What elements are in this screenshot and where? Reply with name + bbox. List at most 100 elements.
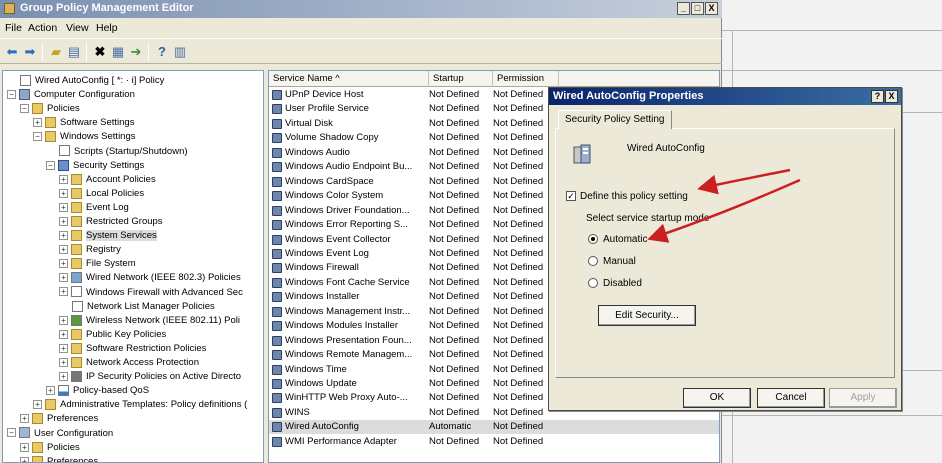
radio-button[interactable]: [588, 234, 598, 245]
expand-icon[interactable]: +: [59, 259, 68, 269]
tree-item[interactable]: + Local Policies: [59, 187, 144, 201]
menu-view[interactable]: View: [66, 22, 89, 34]
tree-item[interactable]: + Wired Network (IEEE 802.3) Policies: [59, 271, 241, 285]
tree-item[interactable]: + Policy-based QoS: [46, 384, 149, 398]
service-icon: [272, 277, 282, 288]
service-name-cell: Windows Installer: [285, 291, 360, 303]
help-button[interactable]: ?: [871, 90, 884, 103]
tree-item[interactable]: + Registry: [59, 243, 121, 257]
dialog-close-button[interactable]: X: [885, 90, 898, 103]
tree-item[interactable]: + IP Security Policies on Active Directo: [59, 370, 241, 384]
expand-icon[interactable]: +: [59, 202, 68, 212]
tree-item[interactable]: − Policies: [20, 102, 80, 116]
expand-icon[interactable]: +: [20, 442, 29, 452]
permission-cell: Not Defined: [493, 219, 544, 231]
tree-item[interactable]: − Computer Configuration: [7, 88, 135, 102]
radio-manual[interactable]: Manual: [588, 256, 636, 267]
expand-icon[interactable]: +: [33, 118, 42, 128]
menu-action[interactable]: Action: [28, 22, 57, 34]
expand-icon[interactable]: +: [59, 188, 68, 198]
tree-item[interactable]: + Windows Firewall with Advanced Sec: [59, 286, 243, 300]
radio-button[interactable]: [588, 278, 598, 289]
expand-icon[interactable]: +: [59, 216, 68, 226]
collapse-icon[interactable]: −: [7, 90, 16, 100]
tree-item[interactable]: + Event Log: [59, 201, 129, 215]
tree-item[interactable]: Scripts (Startup/Shutdown): [46, 145, 188, 159]
expand-icon[interactable]: +: [20, 456, 29, 462]
tree-item[interactable]: + Policies: [20, 441, 80, 455]
app-icon: [4, 3, 15, 14]
radio-button[interactable]: [588, 256, 598, 267]
dialog-title-bar[interactable]: Wired AutoConfig Properties ? X: [549, 88, 901, 105]
radio-disabled[interactable]: Disabled: [588, 278, 642, 289]
tree-item[interactable]: + File System: [59, 257, 136, 271]
tree-item[interactable]: + Preferences: [20, 455, 98, 462]
minimize-button[interactable]: _: [677, 2, 690, 15]
tree-item[interactable]: Network List Manager Policies: [59, 300, 215, 314]
maximize-button[interactable]: □: [691, 2, 704, 15]
expand-icon[interactable]: +: [59, 329, 68, 339]
export-icon[interactable]: ➔: [128, 44, 144, 60]
back-arrow-icon[interactable]: ⬅: [4, 44, 20, 60]
tree-item[interactable]: + Public Key Policies: [59, 328, 166, 342]
properties-icon[interactable]: ▦: [110, 44, 126, 60]
show-hide-tree-icon[interactable]: ▤: [66, 44, 82, 60]
tree-item[interactable]: + System Services: [59, 229, 157, 243]
collapse-icon[interactable]: −: [7, 428, 16, 438]
console-icon[interactable]: ▥: [172, 44, 188, 60]
column-service-name[interactable]: Service Name ^: [269, 71, 429, 87]
expand-icon[interactable]: +: [59, 372, 68, 382]
tree-item[interactable]: Wired AutoConfig [ *: · i] Policy: [7, 74, 164, 88]
edit-security-button[interactable]: Edit Security...: [598, 305, 696, 326]
collapse-icon[interactable]: −: [46, 160, 55, 170]
delete-icon[interactable]: ✖: [92, 44, 108, 60]
expand-icon[interactable]: +: [33, 400, 42, 410]
tab-security-policy-setting[interactable]: Security Policy Setting: [558, 110, 672, 129]
checkbox-box[interactable]: ✓: [566, 191, 576, 202]
tree-item[interactable]: + Account Policies: [59, 173, 156, 187]
policy-tree[interactable]: Wired AutoConfig [ *: · i] Policy − Comput…: [2, 70, 264, 463]
expand-icon[interactable]: +: [59, 315, 68, 325]
tree-item-label: Administrative Templates: Policy definit…: [60, 399, 248, 411]
tree-item[interactable]: + Wireless Network (IEEE 802.11) Poli: [59, 314, 240, 328]
up-folder-icon[interactable]: ▰: [48, 44, 64, 60]
close-button[interactable]: X: [705, 2, 718, 15]
expand-icon[interactable]: +: [59, 357, 68, 367]
expand-icon[interactable]: +: [59, 231, 68, 241]
forward-arrow-icon[interactable]: ➡: [22, 44, 38, 60]
tree-item[interactable]: + Preferences: [20, 412, 98, 426]
help-icon[interactable]: ?: [154, 44, 170, 60]
radio-automatic[interactable]: Automatic: [588, 234, 647, 245]
tree-item[interactable]: + Network Access Protection: [59, 356, 199, 370]
menu-help[interactable]: Help: [96, 22, 118, 34]
expand-icon[interactable]: +: [59, 273, 68, 283]
table-row[interactable]: WMI Performance Adapter Not Defined Not De…: [269, 435, 719, 449]
tree-item[interactable]: + Restricted Groups: [59, 215, 163, 229]
permission-cell: Not Defined: [493, 161, 544, 173]
tree-item[interactable]: − Security Settings: [46, 159, 144, 173]
title-bar[interactable]: Group Policy Management Editor _ □ X: [0, 0, 722, 18]
column-startup[interactable]: Startup: [429, 71, 493, 87]
tree-item[interactable]: + Software Settings: [33, 116, 134, 130]
expand-icon[interactable]: +: [59, 343, 68, 353]
collapse-icon[interactable]: −: [33, 132, 42, 142]
tree-item[interactable]: − Windows Settings: [33, 130, 136, 144]
apply-button[interactable]: Apply: [829, 388, 897, 408]
define-policy-checkbox[interactable]: ✓ Define this policy setting: [566, 191, 688, 202]
tree-item[interactable]: + Administrative Templates: Policy defini…: [33, 398, 247, 412]
expand-icon[interactable]: +: [59, 245, 68, 255]
expand-icon[interactable]: +: [59, 287, 68, 297]
table-row[interactable]: Wired AutoConfig Automatic Not Defined: [269, 420, 719, 435]
expand-icon[interactable]: +: [20, 414, 29, 424]
tree-item[interactable]: + Software Restriction Policies: [59, 342, 206, 356]
expand-icon[interactable]: +: [46, 386, 55, 396]
menu-file[interactable]: File: [5, 22, 22, 34]
collapse-icon[interactable]: −: [20, 104, 29, 114]
permission-cell: Not Defined: [493, 262, 544, 274]
column-permission[interactable]: Permission: [493, 71, 559, 87]
tree-item[interactable]: − User Configuration: [7, 427, 113, 441]
ok-button[interactable]: OK: [683, 388, 751, 408]
service-icon: [272, 191, 282, 202]
cancel-button[interactable]: Cancel: [757, 388, 825, 408]
expand-icon[interactable]: +: [59, 174, 68, 184]
